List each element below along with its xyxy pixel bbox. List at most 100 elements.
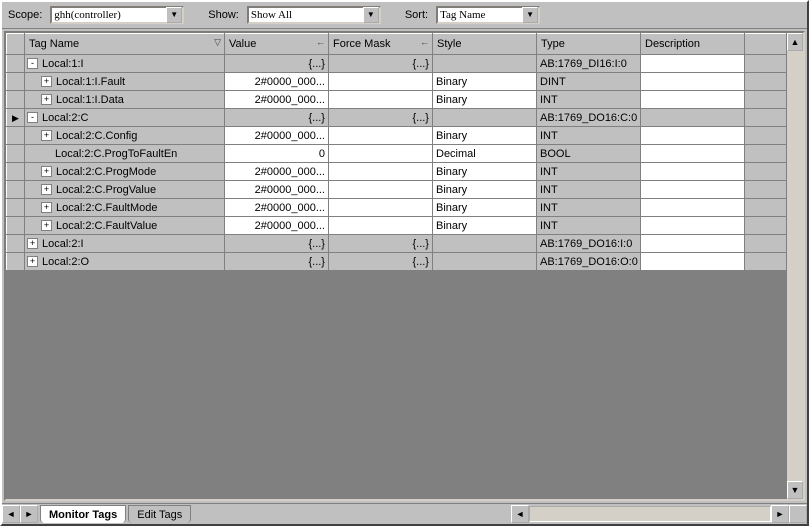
sort-combo[interactable]: ▼ <box>436 6 540 24</box>
cell-force-mask[interactable]: {...} <box>329 253 433 271</box>
cell-value[interactable]: {...} <box>225 235 329 253</box>
row-header[interactable] <box>7 73 25 91</box>
cell-style[interactable]: Binary <box>433 181 537 199</box>
col-style[interactable]: Style <box>433 34 537 55</box>
chevron-down-icon[interactable]: ▼ <box>363 7 379 23</box>
table-row[interactable]: +Local:2:C.FaultMode2#0000_000...BinaryI… <box>7 199 803 217</box>
rowheader-col[interactable] <box>7 34 25 55</box>
chevron-down-icon[interactable]: ▼ <box>166 7 182 23</box>
table-row[interactable]: -Local:1:I{...}{...}AB:1769_DI16:I:0 <box>7 55 803 73</box>
tab-scroll-left-icon[interactable]: ◄ <box>2 505 20 523</box>
cell-description[interactable] <box>641 235 745 253</box>
cell-description[interactable] <box>641 217 745 235</box>
cell-tag-name[interactable]: Local:2:C.ProgToFaultEn <box>25 145 225 163</box>
cell-force-mask[interactable]: {...} <box>329 55 433 73</box>
vertical-scrollbar[interactable]: ▲ ▼ <box>786 33 803 499</box>
col-force-mask[interactable]: Force Mask← <box>329 34 433 55</box>
expand-icon[interactable]: + <box>41 94 52 105</box>
show-combo[interactable]: ▼ <box>247 6 381 24</box>
row-header[interactable] <box>7 145 25 163</box>
cell-description[interactable] <box>641 181 745 199</box>
cell-description[interactable] <box>641 73 745 91</box>
cell-tag-name[interactable]: +Local:2:C.Config <box>25 127 225 145</box>
cell-tag-name[interactable]: +Local:2:C.FaultValue <box>25 217 225 235</box>
cell-description[interactable] <box>641 163 745 181</box>
sort-input[interactable] <box>438 9 522 21</box>
show-input[interactable] <box>249 9 363 21</box>
row-header[interactable] <box>7 199 25 217</box>
collapse-icon[interactable]: - <box>27 58 38 69</box>
table-row[interactable]: +Local:2:C.ProgMode2#0000_000...BinaryIN… <box>7 163 803 181</box>
table-row[interactable]: +Local:2:C.ProgValue2#0000_000...BinaryI… <box>7 181 803 199</box>
hscroll-right-icon[interactable]: ► <box>771 505 789 523</box>
tab-monitor-tags[interactable]: Monitor Tags <box>40 505 126 523</box>
row-header[interactable] <box>7 235 25 253</box>
tab-edit-tags[interactable]: Edit Tags <box>128 505 191 523</box>
cell-force-mask[interactable] <box>329 145 433 163</box>
row-header[interactable] <box>7 55 25 73</box>
cell-force-mask[interactable] <box>329 199 433 217</box>
scroll-down-icon[interactable]: ▼ <box>787 481 803 499</box>
col-value[interactable]: Value← <box>225 34 329 55</box>
table-row[interactable]: Local:2:C.ProgToFaultEn0DecimalBOOL <box>7 145 803 163</box>
tab-scroll-right-icon[interactable]: ► <box>20 505 38 523</box>
expand-icon[interactable]: + <box>41 130 52 141</box>
cell-value[interactable]: {...} <box>225 109 329 127</box>
cell-value[interactable]: 2#0000_000... <box>225 91 329 109</box>
row-header[interactable] <box>7 181 25 199</box>
cell-tag-name[interactable]: +Local:2:O <box>25 253 225 271</box>
expand-icon[interactable]: + <box>41 166 52 177</box>
row-header[interactable] <box>7 163 25 181</box>
cell-style[interactable]: Binary <box>433 127 537 145</box>
expand-icon[interactable]: + <box>41 220 52 231</box>
cell-tag-name[interactable]: +Local:2:C.FaultMode <box>25 199 225 217</box>
cell-value[interactable]: 2#0000_000... <box>225 199 329 217</box>
scroll-up-icon[interactable]: ▲ <box>787 33 803 51</box>
cell-style[interactable] <box>433 235 537 253</box>
cell-style[interactable]: Binary <box>433 217 537 235</box>
cell-value[interactable]: 2#0000_000... <box>225 217 329 235</box>
cell-force-mask[interactable] <box>329 217 433 235</box>
table-row[interactable]: +Local:2:C.Config2#0000_000...BinaryINT <box>7 127 803 145</box>
row-header[interactable] <box>7 253 25 271</box>
cell-value[interactable]: 0 <box>225 145 329 163</box>
cell-value[interactable]: 2#0000_000... <box>225 73 329 91</box>
expand-icon[interactable]: + <box>41 76 52 87</box>
hscroll-left-icon[interactable]: ◄ <box>511 505 529 523</box>
table-row[interactable]: -Local:2:C{...}{...}AB:1769_DO16:C:0 <box>7 109 803 127</box>
cell-style[interactable]: Decimal <box>433 145 537 163</box>
size-grip-icon[interactable] <box>789 505 807 523</box>
cell-force-mask[interactable]: {...} <box>329 109 433 127</box>
expand-icon[interactable]: + <box>41 184 52 195</box>
cell-force-mask[interactable]: {...} <box>329 235 433 253</box>
cell-value[interactable]: 2#0000_000... <box>225 163 329 181</box>
expand-icon[interactable]: + <box>27 238 38 249</box>
cell-tag-name[interactable]: -Local:2:C <box>25 109 225 127</box>
table-row[interactable]: +Local:2:O{...}{...}AB:1769_DO16:O:0 <box>7 253 803 271</box>
cell-style[interactable] <box>433 55 537 73</box>
table-row[interactable]: +Local:1:I.Fault2#0000_000...BinaryDINT <box>7 73 803 91</box>
cell-value[interactable]: {...} <box>225 55 329 73</box>
scroll-track[interactable] <box>787 51 803 481</box>
scope-input[interactable] <box>52 9 166 21</box>
row-header[interactable] <box>7 127 25 145</box>
table-row[interactable]: +Local:2:I{...}{...}AB:1769_DO16:I:0 <box>7 235 803 253</box>
cell-style[interactable] <box>433 253 537 271</box>
cell-value[interactable]: 2#0000_000... <box>225 127 329 145</box>
cell-tag-name[interactable]: +Local:2:C.ProgValue <box>25 181 225 199</box>
table-row[interactable]: +Local:1:I.Data2#0000_000...BinaryINT <box>7 91 803 109</box>
cell-tag-name[interactable]: -Local:1:I <box>25 55 225 73</box>
cell-value[interactable]: {...} <box>225 253 329 271</box>
cell-tag-name[interactable]: +Local:1:I.Fault <box>25 73 225 91</box>
cell-tag-name[interactable]: +Local:1:I.Data <box>25 91 225 109</box>
col-tag-name[interactable]: Tag Name▽ <box>25 34 225 55</box>
cell-description[interactable] <box>641 127 745 145</box>
cell-description[interactable] <box>641 109 745 127</box>
row-header[interactable] <box>7 217 25 235</box>
cell-value[interactable]: 2#0000_000... <box>225 181 329 199</box>
row-header[interactable] <box>7 109 25 127</box>
collapse-icon[interactable]: - <box>27 112 38 123</box>
cell-description[interactable] <box>641 91 745 109</box>
cell-description[interactable] <box>641 55 745 73</box>
expand-icon[interactable]: + <box>27 256 38 267</box>
